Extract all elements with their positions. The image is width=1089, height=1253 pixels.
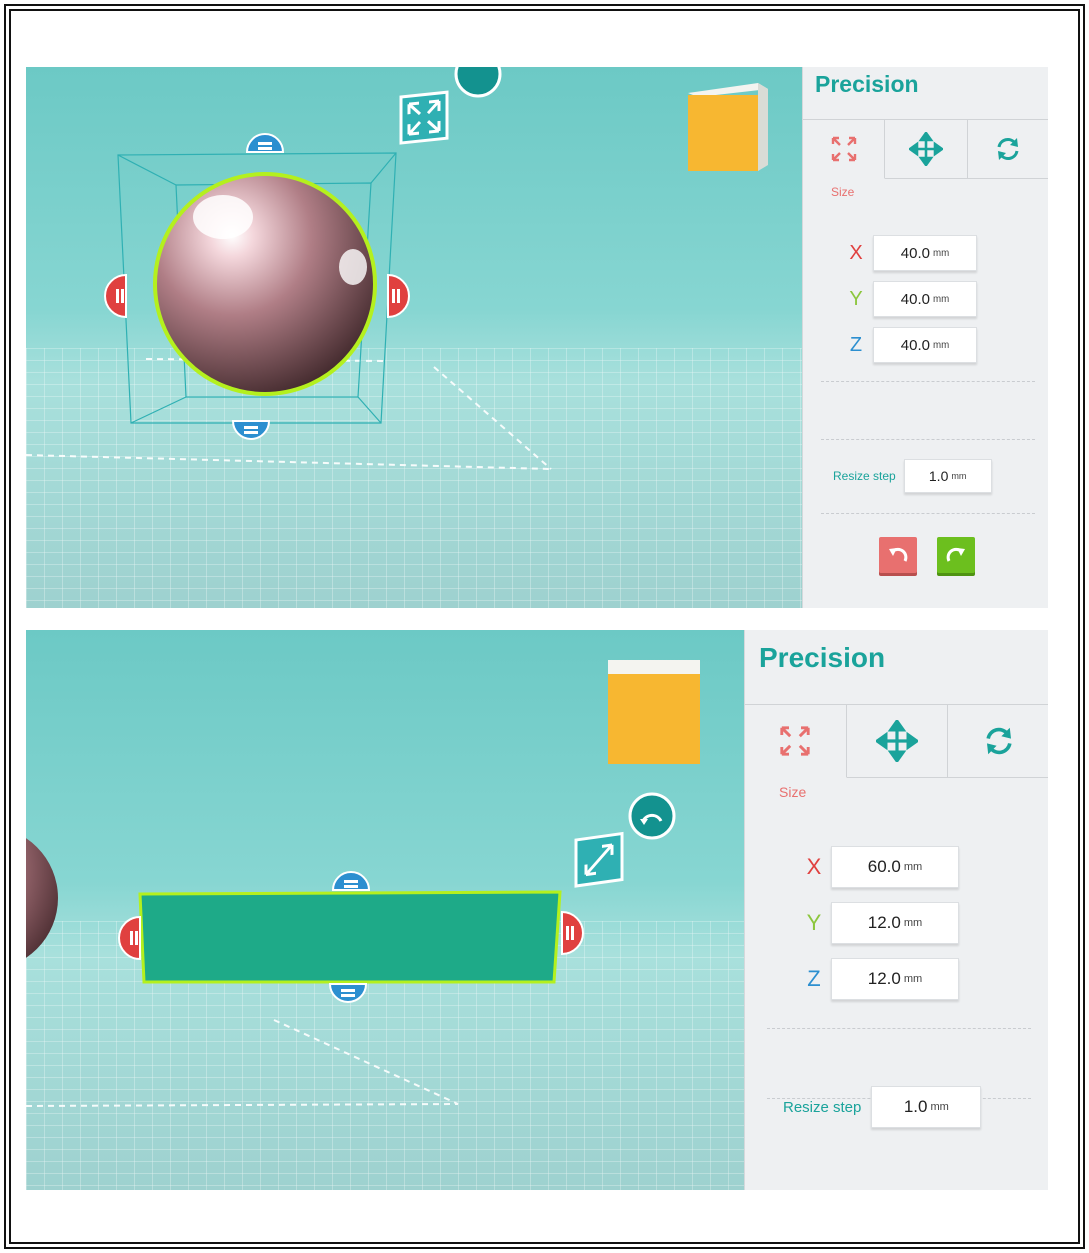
dimension-row-x: X 40.0 mm (845, 235, 977, 271)
axis-label-x: X (849, 241, 863, 264)
axis-label-z: Z (849, 333, 863, 356)
resize-step-input[interactable]: 1.0 mm (903, 459, 992, 493)
dimension-x-unit: mm (932, 247, 950, 259)
tab-move[interactable] (885, 120, 968, 178)
resize-step-input[interactable]: 1.0 mm (871, 1086, 982, 1128)
dimension-z-unit: mm (903, 973, 923, 985)
dimension-y-unit: mm (903, 917, 923, 929)
undo-icon (889, 547, 908, 562)
handle-bottom (231, 420, 271, 440)
dimension-y-value: 12.0 (867, 913, 901, 932)
panel-title: Precision (815, 71, 919, 97)
handle-top (331, 871, 371, 891)
dimension-x-input[interactable]: 40.0 mm (873, 235, 977, 271)
screenshot-top: Precision Size X 40.0 mm Y 40.0 mm Z 40.… (26, 67, 1048, 608)
axis-label-y: Y (806, 910, 822, 935)
divider (821, 381, 1035, 382)
divider (821, 439, 1035, 440)
precision-panel: Precision (744, 630, 1048, 1190)
resize-step-row: Resize step 1.0 mm (783, 1086, 982, 1128)
handle-left (104, 273, 127, 319)
dimension-z-unit: mm (932, 339, 950, 351)
box-object (138, 890, 562, 984)
screenshot-bottom: Precision Size X 60.0 mm Y 12.0 mm Z 12.… (26, 630, 1048, 1190)
scene-canvas (26, 660, 700, 1107)
dimension-row-y: Y 40.0 mm (845, 281, 977, 317)
handle-left (118, 915, 141, 961)
resize-step-unit: mm (951, 471, 967, 481)
handle-top (245, 133, 285, 153)
tab-rotate[interactable] (948, 705, 1048, 777)
axis-label-z: Z (807, 966, 821, 991)
rotate-icon (997, 138, 1019, 160)
precision-tabs (803, 119, 1048, 179)
dimension-row-z: Z 40.0 mm (845, 327, 977, 363)
dimension-y-input[interactable]: 40.0 mm (873, 281, 977, 317)
rotate-icon (986, 727, 1012, 755)
dimension-y-unit: mm (932, 293, 950, 305)
3d-viewport[interactable] (26, 67, 802, 608)
tab-size-label: Size (831, 185, 855, 199)
dimension-z-value: 40.0 (900, 336, 930, 354)
dimension-row-y: Y 12.0 mm (803, 902, 959, 944)
axis-label-x: X (806, 854, 822, 879)
resize-step-row: Resize step 1.0 mm (833, 459, 992, 493)
resize-step-label: Resize step (833, 469, 896, 483)
dimension-row-x: X 60.0 mm (803, 846, 959, 888)
precision-panel: Precision (802, 67, 1048, 608)
undo-button[interactable] (879, 537, 917, 573)
scale-handle-icon (574, 831, 624, 888)
3d-viewport[interactable] (26, 630, 744, 1190)
dimension-z-value: 12.0 (867, 969, 901, 988)
precision-tabs (745, 704, 1048, 778)
scale-handle-icon (399, 90, 449, 145)
tab-size[interactable] (803, 120, 886, 179)
resize-step-value: 1.0 (928, 468, 949, 484)
tab-move[interactable] (847, 705, 949, 777)
tab-size-label: Size (779, 784, 807, 800)
redo-button[interactable] (937, 537, 975, 573)
dimension-z-input[interactable]: 12.0 mm (831, 958, 959, 1000)
dimension-z-input[interactable]: 40.0 mm (873, 327, 977, 363)
divider (767, 1028, 1031, 1029)
resize-step-label: Resize step (783, 1098, 862, 1116)
redo-icon (946, 547, 965, 562)
dimension-row-z: Z 12.0 mm (803, 958, 959, 1000)
dimension-x-unit: mm (903, 861, 923, 873)
handle-bottom (328, 983, 368, 1003)
panel-title: Precision (759, 642, 886, 673)
sphere-object (153, 172, 377, 396)
dimension-x-value: 60.0 (867, 857, 901, 876)
move-arrows-icon (908, 132, 943, 166)
view-cube (608, 660, 700, 764)
dimension-y-input[interactable]: 12.0 mm (831, 902, 959, 944)
scene-canvas (26, 67, 768, 470)
sphere-object (26, 838, 58, 958)
handle-right (387, 273, 410, 319)
dimension-y-value: 40.0 (900, 290, 930, 308)
tab-size[interactable] (745, 705, 847, 778)
resize-arrows-icon (831, 136, 856, 162)
dimension-x-value: 40.0 (900, 244, 930, 262)
view-cube (688, 83, 768, 171)
resize-arrows-icon (780, 726, 810, 756)
move-arrows-icon (876, 720, 918, 762)
floor-dashes (26, 1019, 459, 1107)
rotate-handle-icon (628, 792, 676, 840)
tab-rotate[interactable] (968, 120, 1048, 178)
handle-right (561, 910, 584, 956)
resize-step-unit: mm (930, 1101, 949, 1113)
divider (821, 513, 1035, 514)
dimension-x-input[interactable]: 60.0 mm (831, 846, 959, 888)
resize-step-value: 1.0 (903, 1097, 928, 1116)
axis-label-y: Y (849, 287, 863, 310)
